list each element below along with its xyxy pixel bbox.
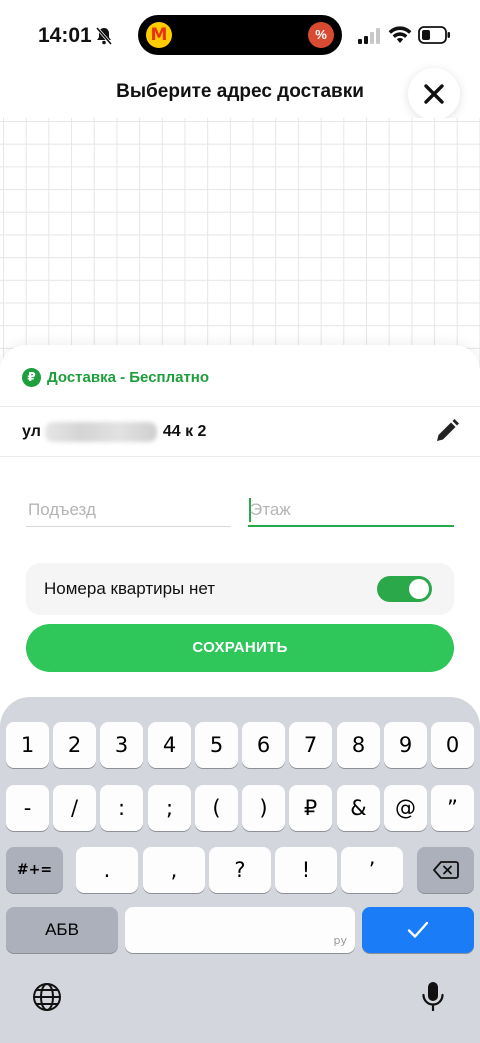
floor-field[interactable]: [248, 495, 454, 527]
key-ampersand[interactable]: &: [337, 785, 380, 831]
cellular-signal-icon: [358, 28, 380, 44]
address-suffix: 44 к 2: [162, 423, 207, 440]
address-prefix: ул: [22, 423, 41, 440]
save-button[interactable]: СОХРАНИТЬ: [26, 624, 454, 672]
key-slash[interactable]: /: [53, 785, 96, 831]
map-view[interactable]: [0, 118, 480, 378]
delivery-label: Доставка - Бесплатно: [47, 368, 210, 386]
backspace-key[interactable]: [417, 847, 474, 893]
no-apartment-toggle[interactable]: [377, 576, 432, 602]
key-5[interactable]: 5: [195, 722, 238, 768]
battery-icon: [418, 26, 450, 44]
app-logo-icon: M: [146, 22, 172, 48]
key-0[interactable]: 0: [431, 722, 474, 768]
entrance-input[interactable]: [26, 495, 231, 525]
key-alphabet[interactable]: АБВ: [6, 907, 118, 953]
status-time: 14:01: [38, 24, 92, 47]
key-8[interactable]: 8: [337, 722, 380, 768]
key-apostrophe[interactable]: ’: [341, 847, 403, 893]
close-button[interactable]: [408, 68, 460, 120]
key-9[interactable]: 9: [384, 722, 427, 768]
key-comma[interactable]: ,: [143, 847, 205, 893]
key-7[interactable]: 7: [289, 722, 332, 768]
no-apartment-label: Номера квартиры нет: [44, 579, 216, 598]
key-ruble[interactable]: ₽: [289, 785, 332, 831]
entrance-field[interactable]: [26, 495, 231, 527]
key-paren-open[interactable]: (: [195, 785, 238, 831]
no-apartment-row[interactable]: Номера квартиры нет: [26, 563, 454, 615]
close-icon: [424, 84, 444, 104]
microphone-icon[interactable]: [421, 980, 445, 1014]
status-bar: 14:01 M %: [0, 0, 480, 70]
divider: [0, 406, 480, 407]
edit-address-button[interactable]: [434, 418, 460, 444]
text-caret: [249, 498, 251, 522]
address-redacted: [44, 422, 157, 442]
bell-muted-icon: [95, 27, 113, 45]
key-1[interactable]: 1: [6, 722, 49, 768]
key-at[interactable]: @: [384, 785, 427, 831]
keyboard: 1 2 3 4 5 6 7 8 9 0 - / : ; ( ) ₽ & @ ” …: [0, 697, 480, 1043]
key-quote[interactable]: ”: [431, 785, 474, 831]
backspace-icon: [432, 861, 459, 879]
key-2[interactable]: 2: [53, 722, 96, 768]
address-text: ул 44 к 2: [22, 421, 206, 443]
done-key[interactable]: [362, 907, 474, 953]
checkmark-icon: [407, 921, 429, 938]
delivery-info: ₽ Доставка - Бесплатно: [22, 366, 209, 388]
divider: [0, 456, 480, 457]
key-3[interactable]: 3: [100, 722, 143, 768]
key-4[interactable]: 4: [148, 722, 191, 768]
space-key[interactable]: ру: [125, 907, 355, 953]
promo-badge-icon: %: [308, 22, 334, 48]
ruble-icon: ₽: [22, 367, 41, 387]
key-6[interactable]: 6: [242, 722, 285, 768]
pencil-icon: [437, 419, 459, 441]
key-exclamation[interactable]: !: [275, 847, 337, 893]
key-question[interactable]: ?: [209, 847, 271, 893]
key-semicolon[interactable]: ;: [148, 785, 191, 831]
toggle-knob: [409, 579, 429, 599]
key-colon[interactable]: :: [100, 785, 143, 831]
space-language-label: ру: [333, 934, 348, 947]
key-dash[interactable]: -: [6, 785, 49, 831]
key-symbols[interactable]: #+=: [6, 847, 63, 893]
key-paren-close[interactable]: ): [242, 785, 285, 831]
dynamic-island: M %: [138, 15, 342, 55]
key-period[interactable]: .: [76, 847, 138, 893]
globe-icon[interactable]: [31, 981, 63, 1013]
floor-input[interactable]: [248, 495, 454, 525]
wifi-icon: [388, 26, 412, 43]
